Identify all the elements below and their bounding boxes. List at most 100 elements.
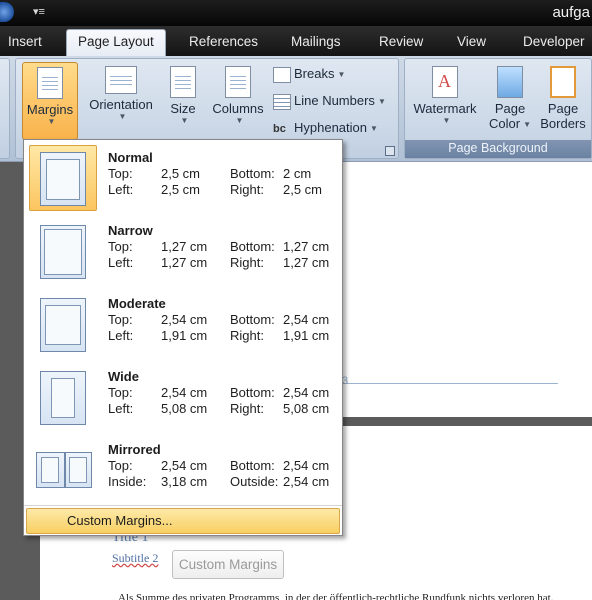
line-numbers-button[interactable]: Line Numbers ▼	[273, 93, 386, 110]
margin-thumb	[29, 218, 97, 284]
margin-option-moderate[interactable]: Moderate Top: 2,54 cm Bottom: 2,54 cm Le…	[24, 288, 342, 360]
label-bottom: Bottom:	[230, 312, 275, 327]
watermark-label: Watermark	[413, 101, 477, 116]
value-top: 2,5 cm	[161, 166, 201, 181]
title-bar: ▾≡ aufga	[0, 0, 592, 26]
tab-view[interactable]: View	[457, 34, 486, 49]
value-inside: 3,18 cm	[161, 474, 208, 489]
hyphenation-button[interactable]: bc Hyphenation ▼	[273, 120, 378, 135]
tab-developer[interactable]: Developer	[523, 34, 585, 49]
margin-option-mirrored[interactable]: Mirrored Top: 2,54 cm Bottom: 2,54 cm In…	[24, 434, 342, 506]
margin-thumb	[29, 291, 97, 357]
doc-subtitle: Subtitle 2	[112, 551, 159, 565]
margins-dropdown: Normal Top: 2,5 cm Bottom: 2 cm Left: 2,…	[23, 139, 343, 536]
ribbon-tabs: Insert Page Layout References Mailings R…	[0, 26, 592, 57]
label-inside: Inside:	[108, 474, 147, 489]
office-button[interactable]	[0, 2, 14, 22]
label-outside: Outside:	[230, 474, 279, 489]
margins-button[interactable]: Margins ▼	[22, 62, 78, 140]
size-icon	[170, 66, 196, 98]
breaks-label: Breaks	[294, 66, 335, 81]
tab-page-layout[interactable]: Page Layout	[66, 29, 166, 57]
orientation-button[interactable]: Orientation ▼	[83, 62, 159, 140]
label-left: Left:	[108, 401, 134, 416]
label-bottom: Bottom:	[230, 385, 275, 400]
watermark-button[interactable]: A Watermark ▼	[409, 62, 481, 140]
label-left: Left:	[108, 255, 134, 270]
margin-option-normal[interactable]: Normal Top: 2,5 cm Bottom: 2 cm Left: 2,…	[24, 142, 342, 214]
option-name: Narrow	[108, 223, 153, 238]
label-left: Left:	[108, 328, 134, 343]
orientation-label: Orientation	[89, 97, 153, 112]
breaks-icon	[273, 66, 291, 83]
page-borders-button[interactable]: Page Borders	[537, 62, 589, 140]
value-right: 5,08 cm	[283, 401, 330, 416]
page-color-label-2: Color	[489, 116, 521, 131]
size-button[interactable]: Size ▼	[163, 62, 203, 140]
page-borders-icon	[550, 66, 576, 98]
value-left: 2,5 cm	[161, 182, 201, 197]
watermark-icon: A	[432, 66, 458, 98]
label-top: Top:	[108, 458, 133, 473]
chevron-down-icon: ▼	[180, 116, 189, 125]
size-label: Size	[170, 101, 196, 116]
label-top: Top:	[108, 312, 133, 327]
separator-line	[340, 383, 558, 384]
page-background-group: A Watermark ▼ Page Color ▼ Page Borders P…	[404, 58, 592, 159]
page-color-icon	[497, 66, 523, 98]
label-top: Top:	[108, 166, 133, 181]
value-bottom: 1,27 cm	[283, 239, 330, 254]
value-top: 2,54 cm	[161, 458, 208, 473]
dialog-launcher-icon[interactable]	[385, 146, 395, 156]
page-borders-label-1: Page	[547, 101, 579, 116]
value-bottom: 2 cm	[283, 166, 312, 181]
page-background-label: Page Background	[405, 140, 591, 158]
option-name: Wide	[108, 369, 139, 384]
margin-option-wide[interactable]: Wide Top: 2,54 cm Bottom: 2,54 cm Left: …	[24, 361, 342, 433]
option-name: Normal	[108, 150, 153, 165]
value-bottom: 2,54 cm	[283, 385, 330, 400]
page-color-button[interactable]: Page Color ▼	[485, 62, 535, 140]
value-right: 2,5 cm	[283, 182, 323, 197]
columns-label: Columns	[212, 101, 264, 116]
breaks-button[interactable]: Breaks ▼	[273, 66, 345, 83]
option-name: Mirrored	[108, 442, 161, 457]
columns-button[interactable]: Columns ▼	[208, 62, 268, 140]
label-right: Right:	[230, 328, 264, 343]
tab-review[interactable]: Review	[379, 34, 423, 49]
orientation-icon	[105, 66, 137, 94]
hyphenation-icon: bc	[273, 122, 286, 135]
margins-icon	[37, 67, 63, 99]
custom-margins-tooltip: Custom Margins	[172, 550, 284, 579]
columns-icon	[225, 66, 251, 98]
tab-mailings[interactable]: Mailings	[291, 34, 341, 49]
chevron-down-icon: ▼	[523, 120, 531, 130]
option-name: Moderate	[108, 296, 166, 311]
quick-access-dropdown-icon[interactable]: ▾≡	[33, 5, 45, 18]
value-bottom: 2,54 cm	[283, 312, 330, 327]
margin-thumb	[29, 145, 97, 211]
chevron-down-icon: ▼	[118, 112, 127, 121]
value-top: 2,54 cm	[161, 312, 208, 327]
custom-margins-menu-item[interactable]: Custom Margins...	[26, 508, 340, 534]
window-title: aufga	[552, 4, 590, 21]
tab-insert[interactable]: Insert	[8, 34, 42, 49]
value-left: 1,91 cm	[161, 328, 208, 343]
page-color-label-1: Page	[494, 101, 526, 116]
margin-thumb	[29, 364, 97, 430]
value-right: 1,91 cm	[283, 328, 330, 343]
line-numbers-icon	[273, 93, 291, 110]
line-numbers-label: Line Numbers	[294, 93, 375, 108]
value-outside: 2,54 cm	[283, 474, 330, 489]
page-borders-label-2: Borders	[540, 116, 586, 131]
chevron-down-icon: ▼	[370, 124, 378, 134]
label-right: Right:	[230, 255, 264, 270]
chevron-down-icon: ▼	[442, 116, 451, 125]
value-bottom: 2,54 cm	[283, 458, 330, 473]
chevron-down-icon: ▼	[47, 117, 56, 126]
value-top: 2,54 cm	[161, 385, 208, 400]
label-right: Right:	[230, 182, 264, 197]
tab-references[interactable]: References	[189, 34, 258, 49]
margin-option-narrow[interactable]: Narrow Top: 1,27 cm Bottom: 1,27 cm Left…	[24, 215, 342, 287]
margins-label: Margins	[26, 102, 74, 117]
